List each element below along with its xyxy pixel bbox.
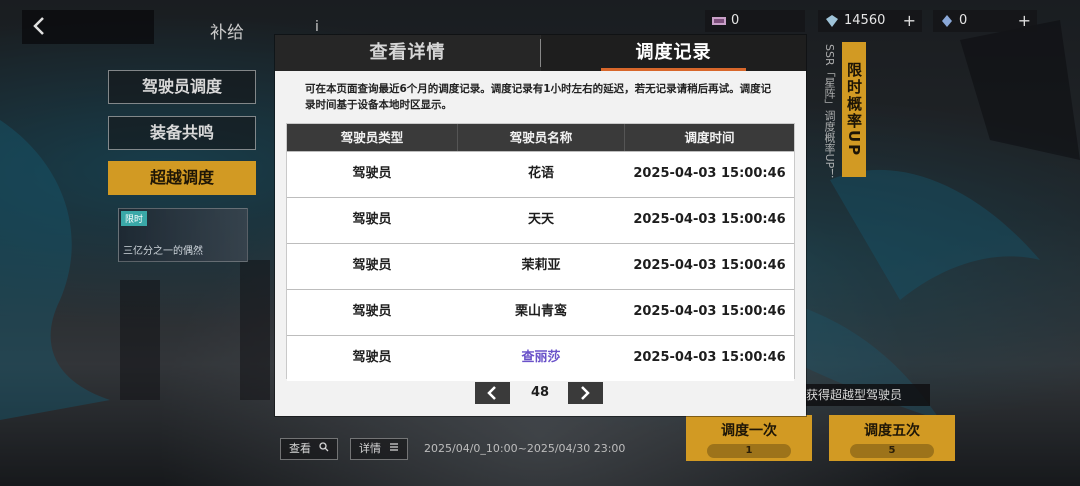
- crystal-icon: [826, 15, 838, 27]
- table-row: 驾驶员 查丽莎 2025-04-03 15:00:46: [287, 335, 794, 381]
- view-label: 查看: [289, 442, 311, 455]
- pull-once-button[interactable]: 调度一次 1: [686, 415, 812, 461]
- tab-view-details[interactable]: 查看详情: [275, 35, 540, 71]
- prev-page-button[interactable]: [475, 382, 510, 404]
- add-crystal-button[interactable]: +: [903, 10, 916, 32]
- pagination: 48: [475, 382, 605, 404]
- page-title: 补给: [210, 23, 244, 43]
- event-date-range: 2025/04/0_10:00~2025/04/30 23:00: [424, 442, 626, 455]
- next-page-button[interactable]: [568, 382, 603, 404]
- cell-time: 2025-04-03 15:00:46: [633, 212, 786, 227]
- currency-value: 0: [731, 13, 740, 28]
- view-button[interactable]: 查看: [280, 438, 338, 460]
- cell-name: 天天: [527, 212, 554, 227]
- currency-value: 0: [959, 13, 968, 28]
- cell-type: 驾驶员: [352, 304, 392, 319]
- cell-type: 驾驶员: [352, 350, 392, 365]
- table-row: 驾驶员 天天 2025-04-03 15:00:46: [287, 197, 794, 243]
- banner-title: 三亿分之一的偶然: [123, 246, 203, 257]
- cell-time: 2025-04-03 15:00:46: [633, 304, 786, 319]
- header-pilot-name: 驾驶员名称: [457, 124, 625, 151]
- rate-up-banner: 限时概率UP: [842, 42, 866, 177]
- table-row: 驾驶员 栗山青鸾 2025-04-03 15:00:46: [287, 289, 794, 335]
- cell-type: 驾驶员: [352, 212, 392, 227]
- cell-type: 驾驶员: [352, 258, 392, 273]
- record-modal: 查看详情 调度记录 可在本页面查询最近6个月的调度记录。调度记录有1小时左右的延…: [275, 35, 806, 416]
- rate-up-subtext: SSR「星阵」调度概率UP！: [823, 44, 836, 180]
- chevron-left-icon: [487, 386, 496, 400]
- pull-five-label: 调度五次: [864, 423, 920, 439]
- detail-button[interactable]: 详情: [350, 438, 408, 460]
- header-pilot-type: 驾驶员类型: [340, 130, 404, 145]
- menu-equipment-resonance[interactable]: 装备共鸣: [108, 116, 256, 150]
- record-description: 可在本页面查询最近6个月的调度记录。调度记录有1小时左右的延迟，若无记录请稍后再…: [305, 83, 772, 111]
- gem-icon: [942, 15, 952, 27]
- limited-badge: 限时: [121, 211, 148, 226]
- currency-crystal: 14560 +: [818, 10, 922, 32]
- cell-time: 2025-04-03 15:00:46: [633, 166, 786, 181]
- promo-strip: 获得超越型驾驶员: [804, 384, 930, 406]
- table-row: 驾驶员 花语 2025-04-03 15:00:46: [287, 151, 794, 197]
- tab-dispatch-records[interactable]: 调度记录: [541, 35, 806, 71]
- event-banner-card[interactable]: 限时 三亿分之一的偶然: [118, 208, 248, 262]
- chevron-left-icon: [33, 17, 44, 35]
- ticket-icon: [712, 17, 726, 25]
- cell-name: 茉莉亚: [521, 258, 561, 273]
- pull-five-button[interactable]: 调度五次 5: [829, 415, 955, 461]
- menu-pilot-dispatch[interactable]: 驾驶员调度: [108, 70, 256, 104]
- currency-ticket: 0: [705, 10, 805, 32]
- cell-time: 2025-04-03 15:00:46: [633, 258, 786, 273]
- cell-name: 花语: [527, 166, 554, 181]
- cell-name: 栗山青鸾: [514, 304, 567, 319]
- page-number: 48: [530, 385, 550, 400]
- modal-tab-bar: 查看详情 调度记录: [275, 35, 806, 71]
- pull-five-cost: 5: [850, 444, 934, 458]
- menu-transcend-dispatch[interactable]: 超越调度: [108, 161, 256, 195]
- currency-gem: 0 +: [933, 10, 1037, 32]
- back-button[interactable]: [22, 10, 154, 44]
- search-icon: [318, 442, 328, 452]
- cell-name-highlighted: 查丽莎: [521, 350, 561, 365]
- add-gem-button[interactable]: +: [1018, 10, 1031, 32]
- chevron-right-icon: [581, 386, 590, 400]
- cell-type: 驾驶员: [352, 166, 392, 181]
- pull-once-label: 调度一次: [721, 423, 777, 439]
- detail-label: 详情: [359, 442, 381, 455]
- header-dispatch-time: 调度时间: [684, 130, 735, 145]
- list-icon: [389, 443, 398, 451]
- table-header: 驾驶员类型 驾驶员名称 调度时间: [287, 124, 794, 151]
- pull-once-cost: 1: [707, 444, 791, 458]
- record-table: 驾驶员类型 驾驶员名称 调度时间 驾驶员 花语 2025-04-03 15:00…: [286, 123, 795, 381]
- table-row: 驾驶员 茉莉亚 2025-04-03 15:00:46: [287, 243, 794, 289]
- currency-value: 14560: [844, 13, 886, 28]
- cell-time: 2025-04-03 15:00:46: [633, 350, 786, 365]
